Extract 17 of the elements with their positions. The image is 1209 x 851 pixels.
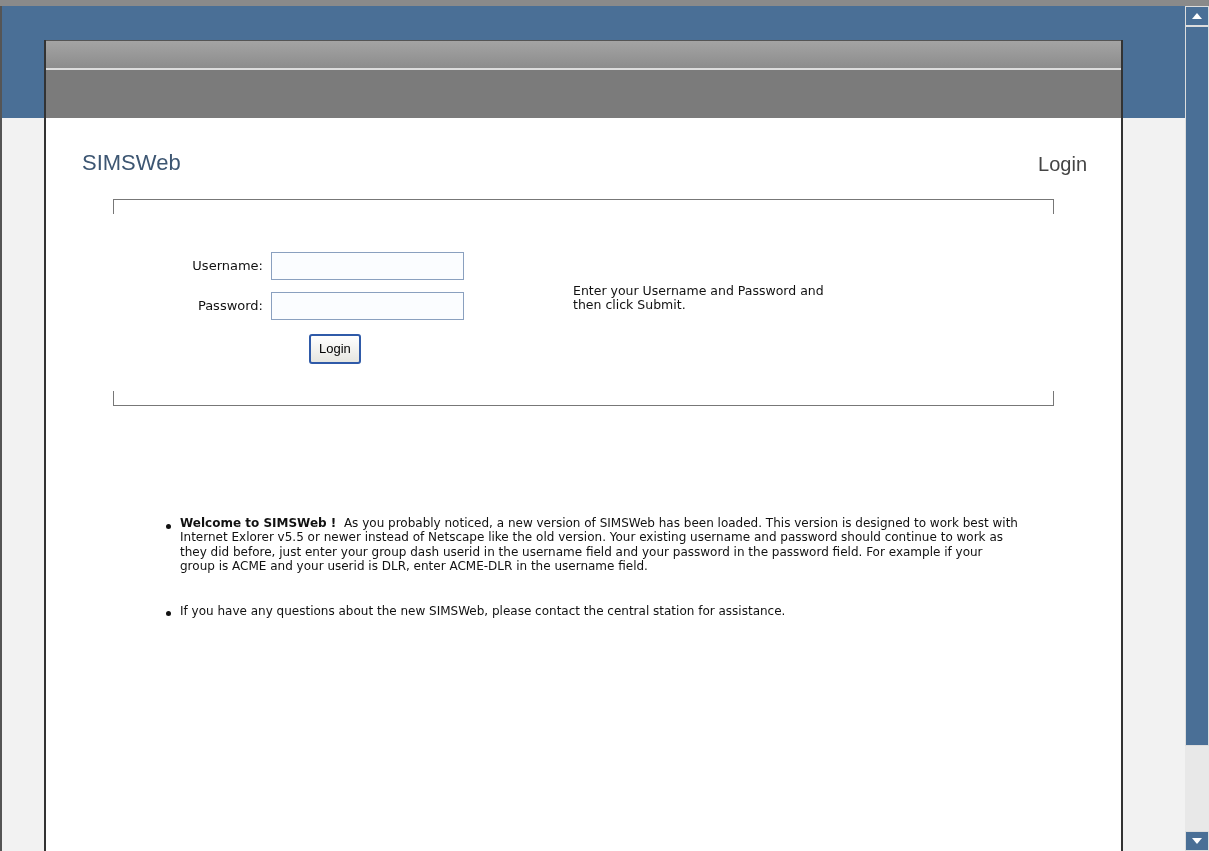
bullet-icon — [166, 611, 171, 617]
field-label: Password: — [196, 297, 263, 316]
scrollbar-thumb[interactable] — [1185, 26, 1209, 746]
notice-text: Welcome to SIMSWeb ! As you probably noticed, a new version of SIMSWeb has been loaded. This version is designed to work best with Internet Exlorer v5.5 or newer instead of Netscape like the old version. Your existing username and password should continue to work as they did before, just enter your group dash userid in the username field and your password in the password field. For example if your group is ACME and your userid is DLR, enter ACME-DLR in the username field. — [180, 516, 1019, 574]
field-label: Username: — [191, 257, 263, 276]
notice-text: If you have any questions about the new SIMSWeb, please contact the central station for assistance. — [180, 603, 786, 618]
login-button[interactable]: Login — [309, 334, 361, 364]
app-title: SIMSWeb — [82, 149, 181, 177]
bullet-icon — [166, 523, 171, 529]
password-field[interactable] — [271, 292, 464, 320]
up-arrow-icon — [1192, 13, 1202, 19]
instructions-text: Enter your Username and Password and then click Submit. — [573, 284, 825, 313]
page-title: Login — [1038, 152, 1087, 177]
scroll-down-button[interactable] — [1185, 831, 1209, 851]
scroll-up-button[interactable] — [1185, 6, 1209, 26]
username-field[interactable] — [271, 252, 464, 280]
down-arrow-icon — [1192, 838, 1202, 844]
